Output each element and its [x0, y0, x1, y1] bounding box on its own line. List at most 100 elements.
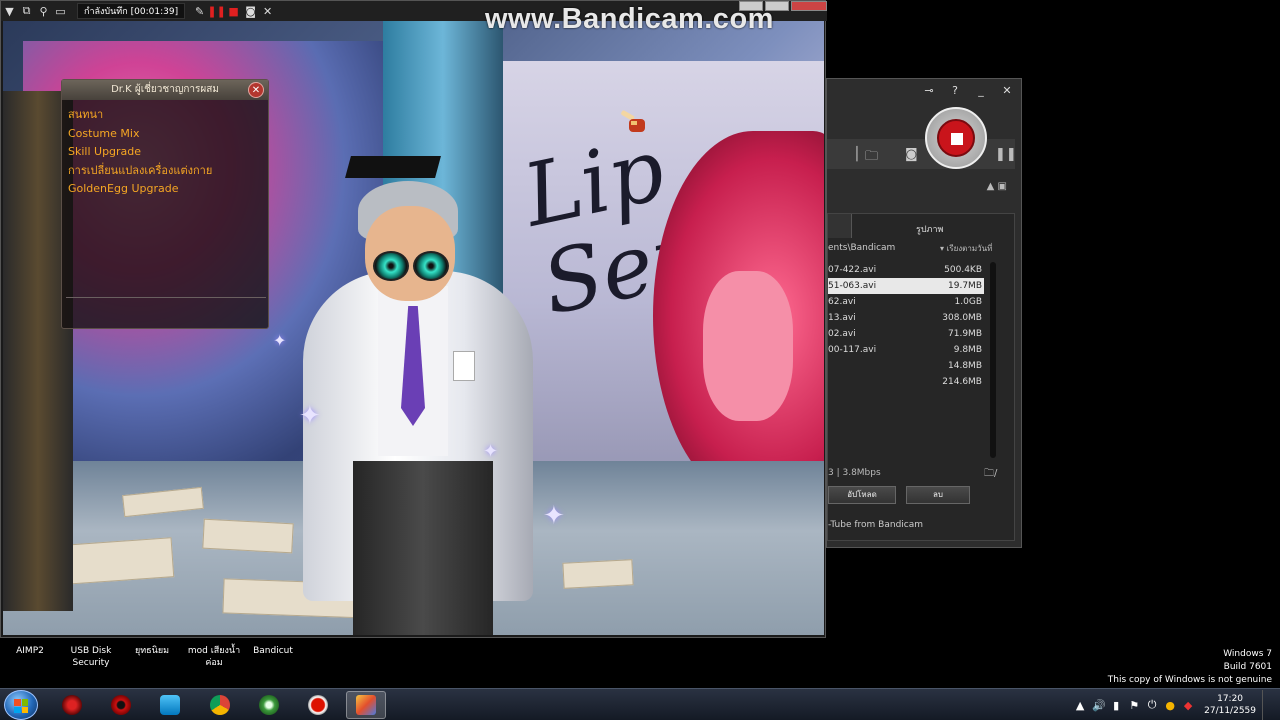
- upload-button[interactable]: อัปโหลด: [828, 486, 896, 504]
- goggle-right: [413, 251, 449, 281]
- file-list-scrollbar[interactable]: [990, 262, 996, 458]
- npc-option-costume-change[interactable]: การเปลี่ยนแปลงเครื่องแต่งกาย: [68, 162, 262, 181]
- file-row[interactable]: 62.avi 1.0GB: [828, 294, 984, 310]
- npc-options-list: สนทนา Costume Mix Skill Upgrade การเปลี่…: [62, 100, 268, 205]
- file-name: 07-422.avi: [828, 265, 877, 275]
- window-select-icon[interactable]: ▭: [52, 2, 69, 20]
- clock-time: 17:20: [1217, 694, 1244, 704]
- pen-icon[interactable]: ✎: [191, 2, 208, 20]
- taskbar-app-gear[interactable]: [101, 691, 141, 719]
- windows-logo-icon: [14, 699, 28, 713]
- antivirus-tray-icon[interactable]: ◆: [1182, 699, 1194, 712]
- sparkle-icon: ✦: [543, 501, 565, 531]
- camera-icon[interactable]: ◙: [242, 2, 259, 20]
- minimize-icon[interactable]: _: [969, 84, 993, 97]
- lips-inner: [703, 271, 793, 421]
- file-row[interactable]: 214.6MB: [828, 374, 984, 390]
- show-desktop-button[interactable]: [1262, 690, 1272, 720]
- bandicam-window: ⊸ ? _ ✕ │ 🗀 ◙ ❚❚ ▲ ▣ รูปภาพ ents\Bandica…: [826, 78, 1022, 548]
- search-icon[interactable]: ⚲: [35, 2, 52, 20]
- close-icon[interactable]: ✕: [995, 84, 1019, 97]
- npc-dialog-divider: [66, 297, 266, 298]
- record-stop-button[interactable]: [925, 107, 987, 169]
- sparkle-icon: ✦: [273, 331, 287, 350]
- npc-option-talk[interactable]: สนทนา: [68, 106, 262, 125]
- output-panel: รูปภาพ ents\Bandicam ▾ เรียงตามวันที่ 07…: [827, 213, 1015, 541]
- menu-down-icon[interactable]: ▼: [1, 2, 18, 20]
- desktop-icon-bandicut[interactable]: Bandicut: [250, 645, 296, 657]
- file-row[interactable]: 13.avi 308.0MB: [828, 310, 984, 326]
- camera-icon[interactable]: ◙: [905, 147, 918, 162]
- file-row-selected[interactable]: 51-063.avi 19.7MB: [828, 278, 984, 294]
- key-icon[interactable]: ⊸: [917, 84, 941, 97]
- volume-icon[interactable]: 🔊: [1092, 699, 1106, 712]
- file-list: 07-422.avi 500.4KB 51-063.avi 19.7MB 62.av…: [828, 262, 984, 390]
- clock[interactable]: 17:20 27/11/2559: [1204, 693, 1256, 717]
- ninja-app-icon: [62, 695, 82, 715]
- power-icon[interactable]: ⏻: [1146, 698, 1158, 712]
- folder-icon[interactable]: 🗀: [865, 147, 878, 169]
- tab-images[interactable]: รูปภาพ: [916, 222, 943, 236]
- sort-dropdown[interactable]: ▾ เรียงตามวันที่: [940, 242, 992, 255]
- blue-shield-app-icon: [160, 695, 180, 715]
- recording-info-status: 3 | 3.8Mbps: [828, 468, 881, 478]
- action-center-flag-icon[interactable]: ⚑: [1128, 699, 1140, 712]
- close-icon[interactable]: ✕: [259, 2, 276, 20]
- restore-window-icon[interactable]: ⧉: [18, 2, 35, 20]
- desktop-icon-yutniyom[interactable]: ยุทธนิยม: [128, 645, 176, 657]
- desktop-icon-mod-sound[interactable]: mod เสียงน้ำ ค่อม: [184, 645, 244, 669]
- start-button[interactable]: [4, 690, 38, 720]
- help-icon[interactable]: ?: [943, 84, 967, 97]
- amber-status-icon[interactable]: ●: [1164, 699, 1176, 712]
- close-button[interactable]: [791, 1, 827, 11]
- taskbar-app-game[interactable]: [346, 691, 386, 719]
- tab-videos[interactable]: [828, 214, 852, 238]
- taskbar-app-shield[interactable]: [150, 691, 190, 719]
- file-row[interactable]: 07-422.avi 500.4KB: [828, 262, 984, 278]
- npc-option-goldenegg-upgrade[interactable]: GoldenEgg Upgrade: [68, 180, 262, 199]
- file-size: 214.6MB: [942, 377, 982, 387]
- delete-button[interactable]: ลบ: [906, 486, 970, 504]
- network-icon[interactable]: ▮: [1110, 699, 1122, 712]
- bar-separator-icon: │: [853, 147, 861, 162]
- file-row[interactable]: 14.8MB: [828, 358, 984, 374]
- open-folder-icon[interactable]: 🗀/: [984, 466, 997, 483]
- show-hidden-icons-icon[interactable]: ▲: [1074, 699, 1086, 712]
- floor-paper: [562, 559, 634, 589]
- taskbar-app-chrome[interactable]: [200, 691, 240, 719]
- desktop-icon-aimp2[interactable]: AIMP2: [10, 645, 50, 657]
- file-name: 13.avi: [828, 313, 856, 323]
- file-name: 02.avi: [828, 329, 856, 339]
- desktop-icon-usb-disk-security[interactable]: USB Disk Security: [66, 645, 116, 669]
- taskbar-app-bandicam[interactable]: [298, 691, 338, 719]
- pause-icon[interactable]: ❚❚: [995, 147, 1017, 162]
- taskbar: ▲ 🔊 ▮ ⚑ ⏻ ● ◆ 17:20 27/11/2559: [0, 688, 1280, 720]
- npc-option-skill-upgrade[interactable]: Skill Upgrade: [68, 143, 262, 162]
- system-tray: ▲ 🔊 ▮ ⚑ ⏻ ● ◆ 17:20 27/11/2559: [1074, 689, 1280, 720]
- panel-collapse-controls[interactable]: ▲ ▣: [987, 181, 1007, 192]
- windows-version: Windows 7: [1223, 649, 1272, 659]
- youtube-link[interactable]: -Tube from Bandicam: [828, 520, 923, 530]
- taskbar-app-green[interactable]: [249, 691, 289, 719]
- file-row[interactable]: 02.avi 71.9MB: [828, 326, 984, 342]
- game-character-icon: [356, 695, 376, 715]
- bandicam-title-controls: ⊸ ? _ ✕: [827, 79, 1023, 101]
- windows-build: Build 7601: [1223, 662, 1272, 672]
- chrome-icon: [210, 695, 230, 715]
- taskbar-app-ninja[interactable]: [52, 691, 92, 719]
- file-row[interactable]: 00-117.avi 9.8MB: [828, 342, 984, 358]
- floor-paper: [61, 537, 175, 585]
- npc-pants: [353, 461, 493, 635]
- recording-status-label: กำลังบันทึก: [84, 7, 128, 17]
- sparkle-icon: ✦: [299, 401, 321, 431]
- npc-dialog: Dr.K ผู้เชี่ยวชาญการผสม ✕ สนทนา Costume …: [61, 79, 269, 329]
- npc-dialog-close-button[interactable]: ✕: [248, 82, 264, 98]
- file-name: 51-063.avi: [828, 281, 877, 291]
- file-name: 00-117.avi: [828, 345, 877, 355]
- npc-option-costume-mix[interactable]: Costume Mix: [68, 125, 262, 144]
- stop-icon[interactable]: ■: [225, 2, 242, 20]
- pause-icon[interactable]: ❚❚: [207, 2, 225, 20]
- sparkle-icon: ✦: [483, 441, 499, 462]
- windows-genuine-warning: This copy of Windows is not genuine: [1107, 675, 1272, 685]
- file-size: 500.4KB: [944, 265, 982, 275]
